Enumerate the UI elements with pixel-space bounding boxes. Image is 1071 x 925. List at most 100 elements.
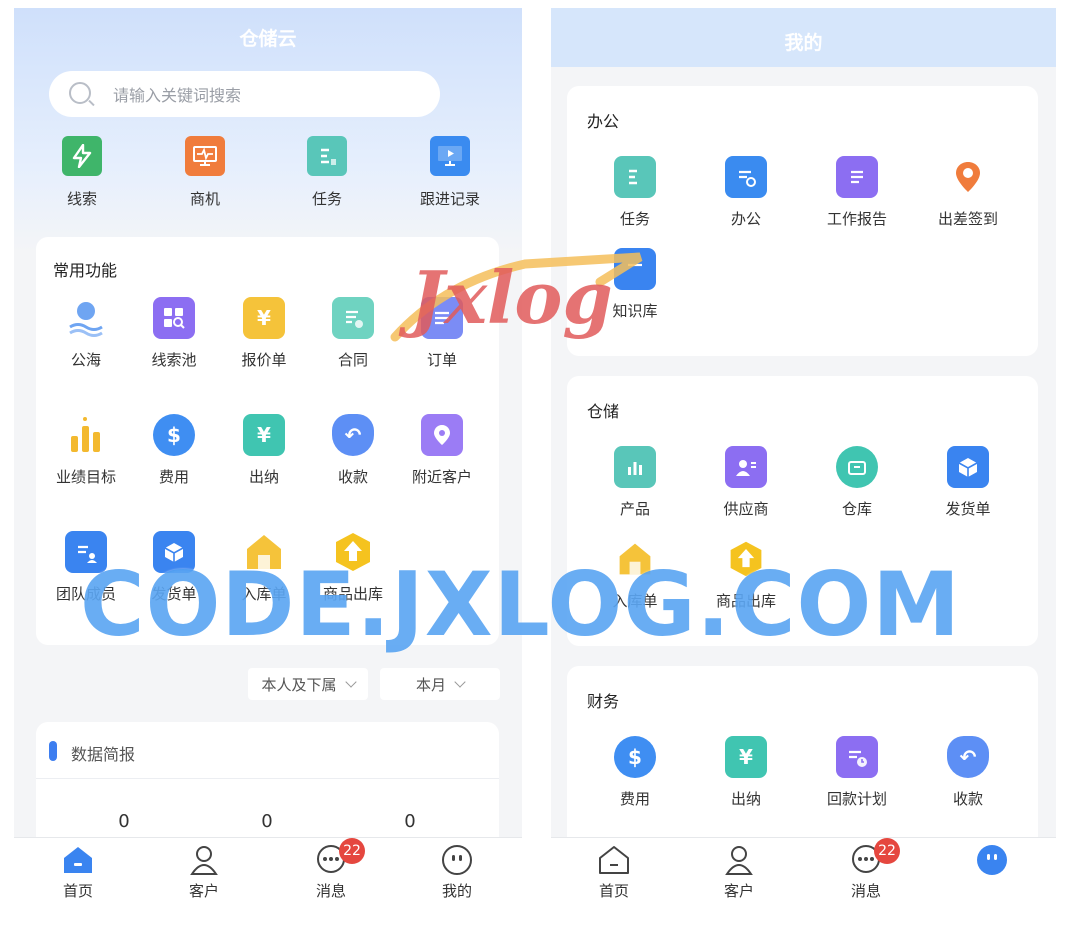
finance-cashier[interactable]: ¥ 出纳 bbox=[700, 736, 792, 809]
func-label: 费用 bbox=[619, 790, 650, 808]
func-goods-outbound[interactable]: 商品出库 bbox=[307, 531, 399, 604]
scope-filter-dropdown[interactable]: 本人及下属 bbox=[248, 668, 368, 700]
yuan-house-icon: ¥ bbox=[243, 414, 285, 456]
func-label: 出纳 bbox=[730, 790, 761, 808]
func-label: 业绩目标 bbox=[55, 468, 116, 486]
task-doc-icon bbox=[614, 156, 656, 198]
storage-warehouse[interactable]: 仓库 bbox=[811, 446, 903, 519]
tab-messages[interactable]: 22 消息 bbox=[286, 838, 376, 901]
storage-section-card: 仓储 产品 供应商 仓库 发货单 入库单 商品出库 bbox=[567, 376, 1038, 646]
order-icon bbox=[421, 297, 463, 339]
tab-mine[interactable] bbox=[947, 844, 1037, 880]
knowledge-book-icon bbox=[614, 248, 656, 290]
finance-collection[interactable]: ↶ 收款 bbox=[922, 736, 1014, 809]
search-bar[interactable] bbox=[49, 71, 440, 119]
func-nearby-customers[interactable]: 附近客户 bbox=[396, 414, 488, 487]
smile-filled-icon bbox=[976, 844, 1008, 876]
func-label: 入库单 bbox=[241, 585, 287, 603]
func-label: 发货单 bbox=[151, 585, 197, 603]
func-order[interactable]: 订单 bbox=[396, 297, 488, 370]
home-icon bbox=[62, 844, 94, 876]
quick-action-label: 跟进记录 bbox=[419, 190, 480, 208]
quick-action-task[interactable]: 任务 bbox=[272, 136, 382, 209]
report-value: 0 bbox=[118, 811, 130, 832]
func-label: 收款 bbox=[337, 468, 368, 486]
yuan-house-icon: ¥ bbox=[725, 736, 767, 778]
storage-inbound-order[interactable]: 入库单 bbox=[589, 538, 681, 611]
quick-action-opportunity[interactable]: 商机 bbox=[150, 136, 260, 209]
user-icon bbox=[723, 844, 755, 876]
func-public-pool[interactable]: 公海 bbox=[40, 297, 132, 370]
func-label: 附近客户 bbox=[411, 468, 472, 486]
func-label: 线索池 bbox=[151, 351, 197, 369]
tab-home[interactable]: 首页 bbox=[33, 844, 123, 901]
message-count-badge: 22 bbox=[874, 838, 900, 864]
section-title: 办公 bbox=[587, 112, 620, 131]
func-delivery-note[interactable]: 发货单 bbox=[128, 531, 220, 604]
storage-delivery-note[interactable]: 发货单 bbox=[922, 446, 1014, 519]
office-business-trip-checkin[interactable]: 出差签到 bbox=[922, 156, 1014, 229]
storage-supplier[interactable]: 供应商 bbox=[700, 446, 792, 519]
func-label: 产品 bbox=[619, 500, 650, 518]
func-label: 任务 bbox=[619, 210, 650, 228]
money-bag-icon: ↶ bbox=[947, 736, 989, 778]
func-collection[interactable]: ↶ 收款 bbox=[307, 414, 399, 487]
func-performance-target[interactable]: 业绩目标 bbox=[40, 414, 132, 487]
arrow-up-hex-icon bbox=[725, 538, 767, 580]
tab-customers[interactable]: 客户 bbox=[159, 844, 249, 901]
section-title: 财务 bbox=[587, 692, 620, 711]
office-office[interactable]: 办公 bbox=[700, 156, 792, 229]
tab-label: 客户 bbox=[188, 882, 219, 900]
office-work-report[interactable]: 工作报告 bbox=[811, 156, 903, 229]
quick-action-label: 线索 bbox=[66, 190, 97, 208]
func-contract[interactable]: 合同 bbox=[307, 297, 399, 370]
func-team-members[interactable]: 团队成员 bbox=[40, 531, 132, 604]
home-screen: 仓储云 线索 商机 任务 跟进记录 常用功能 bbox=[14, 8, 522, 904]
func-expense[interactable]: $ 费用 bbox=[128, 414, 220, 487]
finance-expense[interactable]: $ 费用 bbox=[589, 736, 681, 809]
dollar-coin-icon: $ bbox=[614, 736, 656, 778]
map-pin-icon bbox=[421, 414, 463, 456]
func-cashier[interactable]: ¥ 出纳 bbox=[218, 414, 310, 487]
period-filter-value: 本月 bbox=[415, 675, 446, 694]
quick-action-label: 任务 bbox=[311, 190, 342, 208]
func-label: 公海 bbox=[70, 351, 101, 369]
period-filter-dropdown[interactable]: 本月 bbox=[380, 668, 500, 700]
message-count-badge: 22 bbox=[339, 838, 365, 864]
func-label: 订单 bbox=[426, 351, 457, 369]
card-title: 常用功能 bbox=[53, 261, 118, 280]
func-lead-pool[interactable]: 线索池 bbox=[128, 297, 220, 370]
office-knowledge-base[interactable]: 知识库 bbox=[589, 248, 681, 321]
tab-customers[interactable]: 客户 bbox=[694, 844, 784, 901]
tab-home[interactable]: 首页 bbox=[569, 844, 659, 901]
tab-mine[interactable]: 我的 bbox=[412, 844, 502, 901]
func-label: 入库单 bbox=[612, 592, 658, 610]
storage-product[interactable]: 产品 bbox=[589, 446, 681, 519]
supplier-card-icon bbox=[725, 446, 767, 488]
team-doc-icon bbox=[65, 531, 107, 573]
search-input[interactable] bbox=[111, 71, 415, 119]
tab-messages[interactable]: 22 消息 bbox=[821, 838, 911, 901]
user-icon bbox=[188, 844, 220, 876]
data-report-title: 数据简报 bbox=[71, 745, 136, 764]
warehouse-box-icon bbox=[836, 446, 878, 488]
func-label: 团队成员 bbox=[55, 585, 116, 603]
quick-action-followup[interactable]: 跟进记录 bbox=[395, 136, 505, 209]
finance-payment-plan[interactable]: 回款计划 bbox=[811, 736, 903, 809]
office-task[interactable]: 任务 bbox=[589, 156, 681, 229]
screen-play-icon bbox=[430, 136, 470, 176]
tab-label: 客户 bbox=[723, 882, 754, 900]
func-label: 收款 bbox=[952, 790, 983, 808]
bottom-tab-bar: 首页 客户 22 消息 我的 bbox=[14, 837, 522, 904]
func-inbound-order[interactable]: 入库单 bbox=[218, 531, 310, 604]
func-quotation[interactable]: ¥ 报价单 bbox=[218, 297, 310, 370]
func-label: 回款计划 bbox=[826, 790, 887, 808]
quick-action-leads[interactable]: 线索 bbox=[27, 136, 137, 209]
report-value: 0 bbox=[404, 811, 416, 832]
storage-goods-outbound[interactable]: 商品出库 bbox=[700, 538, 792, 611]
func-label: 办公 bbox=[730, 210, 761, 228]
smile-icon bbox=[441, 844, 473, 876]
arrow-up-hex-icon bbox=[332, 531, 374, 573]
divider bbox=[36, 778, 499, 779]
func-label: 知识库 bbox=[612, 302, 658, 320]
